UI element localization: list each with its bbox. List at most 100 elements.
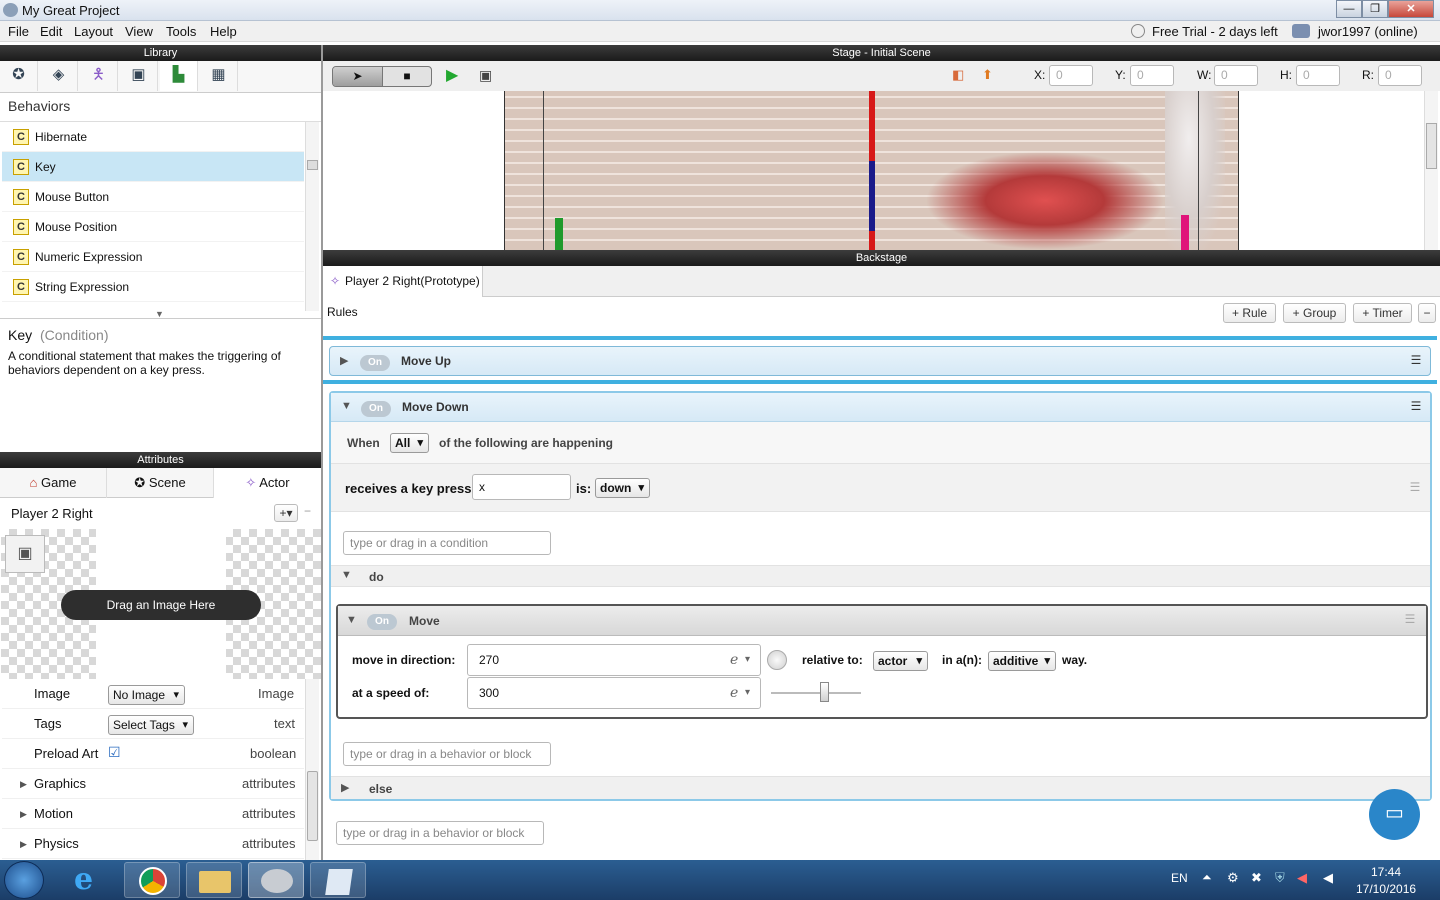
chevron-down-icon[interactable]: ▾ [745,645,750,675]
green-paddle-actor[interactable] [555,218,563,250]
rule-menu-icon[interactable]: ☰ [1410,399,1422,413]
preload-checkbox[interactable]: ☑ [108,737,121,767]
rule-move-up[interactable]: ▶ On Move Up ☰ [329,346,1431,376]
behavior-header[interactable]: ▼ On Move ☰ [338,606,1426,636]
rule-menu-icon[interactable]: ☰ [1410,353,1422,367]
home-up-icon[interactable]: ⬆ [982,67,993,83]
expression-editor-icon[interactable]: e [730,645,738,675]
w-field[interactable]: 0 [1214,65,1258,86]
drag-handle-icon[interactable]: ☰ [1409,480,1421,494]
y-field[interactable]: 0 [1130,65,1174,86]
screenshot-icon[interactable]: ▣ [479,67,492,84]
actor-figure-icon[interactable]: 🯅 [80,61,118,91]
help-chat-button[interactable]: ▭ [1369,789,1420,840]
list-item[interactable]: C Hibernate [2,122,304,152]
collapse-all-button[interactable]: − [1418,303,1436,323]
direction-dial-icon[interactable] [767,650,787,670]
attribute-row-motion[interactable]: ▶ Motion attributes [2,799,304,829]
layers-icon[interactable]: ◈ [40,61,78,91]
image-thumb-button[interactable]: ▣ [5,535,45,573]
behaviors-icon[interactable]: ▙ [160,61,198,91]
tray-app-icon[interactable]: ⚙ [1227,870,1239,886]
app-taskbar-button[interactable] [310,862,366,898]
chrome-taskbar-button[interactable] [124,862,180,898]
attribute-row-physics[interactable]: ▶ Physics attributes [2,829,304,859]
attributes-scrollbar[interactable] [305,679,319,860]
key-state-select[interactable]: down [595,478,650,498]
tray-tool-icon[interactable]: ✖ [1251,870,1262,886]
speed-slider-thumb[interactable] [820,682,829,702]
play-icon[interactable]: ▶ [446,65,458,85]
flip-icon[interactable]: ◧ [952,67,964,83]
rule-name[interactable]: Move Up [401,354,451,368]
behavior-dropzone[interactable]: type or drag in a behavior or block [343,742,551,766]
tables-icon[interactable]: ▦ [200,61,238,91]
add-rule-button[interactable]: + Rule [1223,303,1276,323]
image-select[interactable]: No Image [108,685,185,705]
add-timer-button[interactable]: + Timer [1353,303,1412,323]
menu-view[interactable]: View [125,24,153,39]
menu-layout[interactable]: Layout [74,24,113,39]
clock-time[interactable]: 17:44 [1371,865,1401,879]
x-field[interactable]: 0 [1049,65,1093,86]
scroll-thumb[interactable] [307,771,318,841]
language-indicator[interactable]: EN [1171,871,1188,885]
behavior-toggle[interactable]: On [367,614,397,630]
speaker-muted-icon[interactable]: ◀ [1297,870,1307,886]
explorer-taskbar-button[interactable] [186,862,242,898]
attribute-row-graphics[interactable]: ▶ Graphics attributes [2,769,304,799]
when-select[interactable]: All [390,433,429,453]
r-field[interactable]: 0 [1378,65,1422,86]
tab-actor[interactable]: ✧ Actor [214,468,321,499]
images-icon[interactable]: ▣ [120,61,158,91]
camera-tool-button[interactable]: ■ [383,67,431,86]
rule-toggle[interactable]: On [360,355,390,371]
tab-player-2-right[interactable]: ✧ Player 2 Right(Prototype) [323,266,483,297]
add-group-button[interactable]: + Group [1283,303,1346,323]
rule-name[interactable]: Move Down [402,400,469,414]
remove-attribute-button[interactable]: − [304,504,311,518]
list-item[interactable]: C Mouse Button [2,182,304,212]
clock-date[interactable]: 17/10/2016 [1356,882,1416,896]
add-attribute-button[interactable]: +▾ [274,504,298,522]
mode-select[interactable]: additive [988,651,1056,671]
tray-arrow-icon[interactable]: ⏶ [1202,870,1212,885]
actors-icon[interactable]: ✪ [0,61,38,91]
pink-paddle-actor[interactable] [1181,215,1189,250]
list-item[interactable]: C Numeric Expression [2,242,304,272]
drag-handle-icon[interactable]: ☰ [1404,612,1416,626]
speed-field[interactable]: 300 e ▾ [467,677,761,709]
speed-slider-track[interactable] [771,692,861,694]
rule-header[interactable]: ▼ On Move Down ☰ [331,393,1430,422]
stage-canvas[interactable] [323,91,1440,250]
menu-edit[interactable]: Edit [40,24,62,39]
ie-taskbar-button[interactable]: e [62,862,118,898]
start-button[interactable] [4,861,44,899]
pointer-tool-button[interactable]: ➤ [333,67,383,86]
volume-icon[interactable]: ◀ [1323,870,1333,886]
collapse-triangle-icon[interactable]: ▼ [341,400,352,412]
h-field[interactable]: 0 [1296,65,1340,86]
image-drop-area[interactable]: ▣ Drag an Image Here [1,529,321,679]
trial-status[interactable]: Free Trial - 2 days left [1152,24,1278,39]
list-scrollbar[interactable] [305,122,319,311]
shield-icon[interactable]: ⛨ [1275,870,1285,886]
outer-behavior-dropzone[interactable]: type or drag in a behavior or block [336,821,544,845]
expand-triangle-icon[interactable]: ▶ [340,354,348,367]
direction-field[interactable]: 270 e ▾ [467,644,761,676]
list-item[interactable]: C Mouse Position [2,212,304,242]
expression-editor-icon[interactable]: e [730,678,738,708]
menu-help[interactable]: Help [210,24,237,39]
behavior-name[interactable]: Move [409,614,440,628]
scroll-thumb[interactable] [307,160,318,170]
relative-to-select[interactable]: actor [873,651,928,671]
do-section-header[interactable]: ▼ do [331,565,1430,587]
condition-dropzone[interactable]: type or drag in a condition [343,531,551,555]
menu-file[interactable]: File [8,24,29,39]
collapse-triangle-icon[interactable]: ▼ [346,614,357,626]
list-item[interactable]: C String Expression [2,272,304,302]
key-field[interactable]: x [472,474,571,500]
minimize-button[interactable]: — [1336,0,1362,18]
maximize-button[interactable]: ❐ [1362,0,1388,18]
tab-scene[interactable]: ✪ Scene [107,468,214,498]
